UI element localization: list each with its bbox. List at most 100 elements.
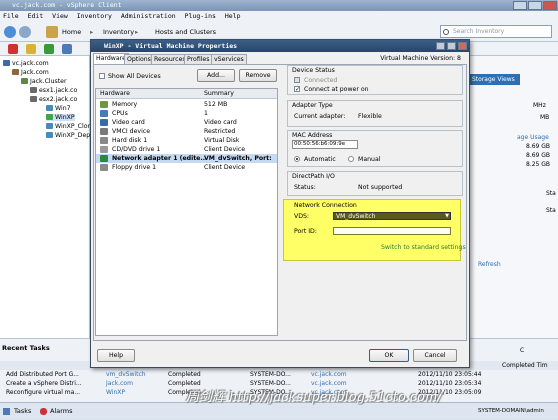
logged-in-user: SYSTEM-DOMAIN\admin [478,408,544,414]
vm-icon [46,123,53,129]
breadcrumb-inventory[interactable]: Inventory [103,28,134,36]
menu-bar: File Edit View Inventory Administration … [0,11,558,22]
connect-power-on-label: Connect at power on [304,86,369,93]
vmci-icon [100,128,108,135]
menu-inventory[interactable]: Inventory [77,12,112,20]
power-off-icon[interactable] [8,44,18,54]
summary-value: MHz [533,102,546,109]
vds-select[interactable]: VM_dvSwitch ▼ [333,212,451,220]
dialog-titlebar: WinXP - Virtual Machine Properties [91,40,469,52]
hardware-row-video-card[interactable]: Video card Video card [96,118,277,127]
summary-value: Sta [546,190,556,197]
suspend-icon[interactable] [26,44,36,54]
add-button[interactable]: Add... [197,69,235,82]
table-row[interactable]: Add Distributed Port G... vm_dvSwitch Co… [0,370,558,379]
tree-item[interactable]: Win7 [46,105,71,112]
tree-item[interactable]: esx2.jack.co [30,96,77,103]
refresh-icon[interactable] [62,44,72,54]
dialog-close-button[interactable] [458,42,467,50]
tree-item[interactable]: WinXP_Clor [46,123,90,130]
home-icon[interactable] [46,26,58,38]
menu-edit[interactable]: Edit [28,12,44,20]
menu-file[interactable]: File [3,12,19,20]
hardware-list-header: Hardware Summary [96,89,277,99]
breadcrumb-hosts-clusters[interactable]: Hosts and Clusters [155,28,216,36]
vm-icon [46,132,53,138]
maximize-button[interactable] [528,1,542,10]
hardware-row-cpus[interactable]: CPUs 1 [96,109,277,118]
tree-item[interactable]: Jack.Cluster [21,78,67,85]
ok-button[interactable]: OK [369,349,409,362]
tree-item-selected[interactable]: WinXP [46,114,75,121]
tree-item[interactable]: vc.jack.com [3,60,49,67]
tab-storage-views[interactable]: Storage Views [468,74,520,85]
dialog-minimize-button[interactable] [436,42,445,50]
window-titlebar: vc.jack.com - vSphere Client [0,0,558,11]
menu-view[interactable]: View [52,12,68,20]
floppy-icon [100,164,108,171]
window-title: vc.jack.com - vSphere Client [12,1,122,9]
back-icon[interactable] [4,26,16,38]
minimize-button[interactable] [513,1,527,10]
vm-version: Virtual Machine Version: 8 [380,55,461,62]
breadcrumb-home[interactable]: Home [62,28,81,36]
chevron-down-icon: ▼ [445,213,449,219]
hardware-row-hard-disk[interactable]: Hard disk 1 Virtual Disk [96,136,277,145]
menu-help[interactable]: Help [225,12,241,20]
tree-item[interactable]: Jack.com [12,69,49,76]
tab-options[interactable]: Options [124,54,154,64]
tab-profiles[interactable]: Profiles [184,54,213,64]
hardware-row-memory[interactable]: Memory 512 MB [96,100,277,109]
cancel-button[interactable]: Cancel [413,349,457,362]
summary-value: MB [540,114,550,121]
network-adapter-icon [100,155,108,162]
directpath-status-value: Not supported [358,184,403,191]
mac-address-field[interactable]: 00:50:56:b6:09:9e [292,140,358,149]
dialog-maximize-button[interactable] [447,42,456,50]
memory-icon [100,101,108,108]
vm-icon [46,105,53,111]
dialog-title: WinXP - Virtual Machine Properties [104,42,238,50]
adapter-type-group: Adapter Type Current adapter: Flexible [287,100,463,127]
breadcrumb-separator-icon: ▸ [90,28,94,36]
tree-item[interactable]: WinXP_Dep [46,132,90,139]
menu-plugins[interactable]: Plug-ins [185,12,216,20]
automatic-radio[interactable] [294,156,300,162]
show-all-devices-checkbox[interactable] [99,73,105,79]
connect-power-on-checkbox[interactable]: ✓ [294,86,300,93]
tab-vservices[interactable]: vServices [211,54,247,64]
help-button[interactable]: Help [97,349,135,362]
clear-button[interactable]: C [520,347,524,354]
summary-value: Sta [546,207,556,214]
connected-checkbox[interactable] [294,77,300,83]
hard-disk-icon [100,137,108,144]
tree-item[interactable]: esx1.jack.co [30,87,77,94]
power-on-icon[interactable] [44,44,54,54]
forward-icon[interactable] [19,26,31,38]
tasks-tab[interactable]: Tasks [14,403,31,420]
search-input[interactable]: Search Inventory [440,25,552,38]
hardware-row-cd-dvd[interactable]: CD/DVD drive 1 Client Device [96,145,277,154]
refresh-link[interactable]: Refresh [478,261,501,268]
recent-tasks-title: Recent Tasks [2,344,50,352]
tab-resources[interactable]: Resources [151,54,189,64]
storage-usage-link[interactable]: age Usage [517,134,549,141]
directpath-group: DirectPath I/O Status: Not supported [287,171,463,196]
hardware-row-network-adapter[interactable]: Network adapter 1 (edite... VM_dvSwitch, … [96,154,277,163]
summary-value: 8.69 GB [526,152,551,159]
hardware-row-vmci[interactable]: VMCI device Restricted [96,127,277,136]
vm-properties-dialog: WinXP - Virtual Machine Properties Hardw… [90,39,470,368]
menu-administration[interactable]: Administration [121,12,176,20]
tasks-icon [3,408,10,415]
hardware-list: Hardware Summary Memory 512 MB CPUs 1 Vide… [95,88,278,336]
manual-radio[interactable] [348,156,354,162]
summary-pane [460,56,558,338]
alarms-tab[interactable]: Alarms [50,403,73,420]
hardware-row-floppy[interactable]: Floppy drive 1 Client Device [96,163,277,172]
switch-standard-link[interactable]: Switch to standard settings [381,244,466,251]
video-card-icon [100,119,108,126]
close-button[interactable] [543,1,557,10]
device-status-group: Device Status Connected ✓ Connect at pow… [287,65,463,95]
remove-button[interactable]: Remove [239,69,277,82]
port-id-field[interactable] [333,227,451,235]
